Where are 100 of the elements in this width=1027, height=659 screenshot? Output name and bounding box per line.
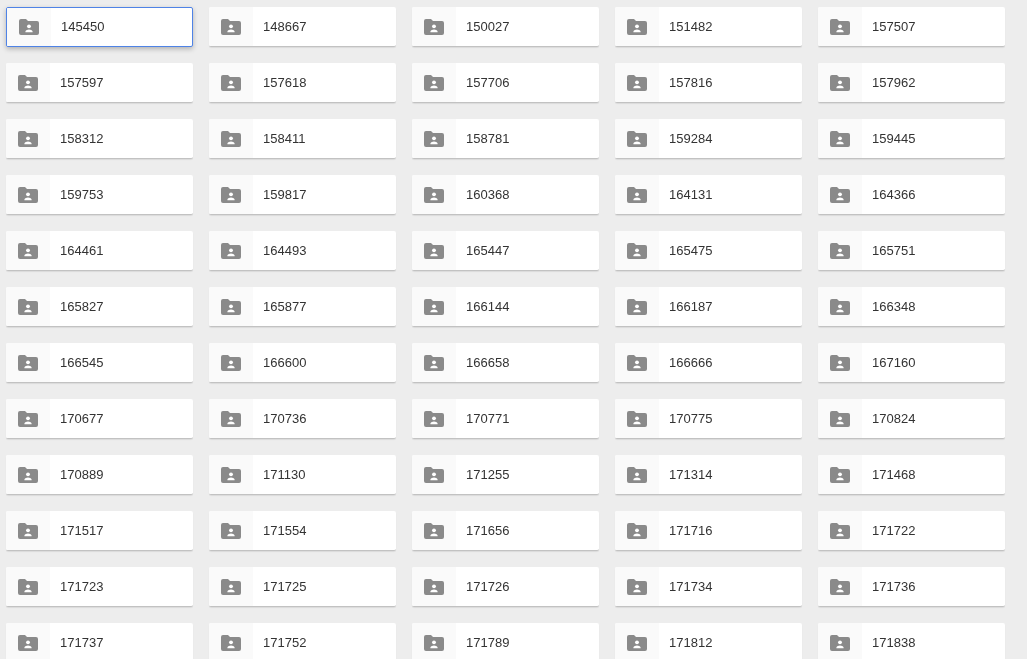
shared-folder-icon (627, 522, 647, 539)
folder-card[interactable]: 158411 (209, 119, 396, 159)
folder-card[interactable]: 171722 (818, 511, 1005, 551)
shared-folder-icon (221, 130, 241, 147)
folder-card[interactable]: 165827 (6, 287, 193, 327)
folder-card[interactable]: 159817 (209, 175, 396, 215)
shared-folder-icon (18, 242, 38, 259)
folder-card[interactable]: 171734 (615, 567, 802, 607)
folder-card[interactable]: 170736 (209, 399, 396, 439)
folder-card[interactable]: 171737 (6, 623, 193, 659)
folder-card[interactable]: 171468 (818, 455, 1005, 495)
shared-folder-icon (424, 130, 444, 147)
folder-card[interactable]: 164493 (209, 231, 396, 271)
folder-card[interactable]: 159753 (6, 175, 193, 215)
shared-folder-icon (221, 634, 241, 651)
folder-card[interactable]: 166658 (412, 343, 599, 383)
folder-card[interactable]: 165877 (209, 287, 396, 327)
folder-card[interactable]: 171314 (615, 455, 802, 495)
shared-folder-icon (627, 466, 647, 483)
folder-card[interactable]: 164461 (6, 231, 193, 271)
folder-card[interactable]: 171736 (818, 567, 1005, 607)
folder-card[interactable]: 164131 (615, 175, 802, 215)
folder-card[interactable]: 157706 (412, 63, 599, 103)
folder-card[interactable]: 166600 (209, 343, 396, 383)
shared-folder-icon (424, 74, 444, 91)
folder-card[interactable]: 166187 (615, 287, 802, 327)
folder-card[interactable]: 171726 (412, 567, 599, 607)
shared-folder-icon (627, 578, 647, 595)
shared-folder-icon (221, 74, 241, 91)
folder-card[interactable]: 165751 (818, 231, 1005, 271)
folder-card[interactable]: 170889 (6, 455, 193, 495)
shared-folder-icon (627, 298, 647, 315)
folder-card[interactable]: 158312 (6, 119, 193, 159)
folder-card[interactable]: 157816 (615, 63, 802, 103)
shared-folder-icon (627, 634, 647, 651)
shared-folder-icon (627, 130, 647, 147)
shared-folder-icon (18, 410, 38, 427)
shared-folder-icon (830, 466, 850, 483)
folder-card[interactable]: 170771 (412, 399, 599, 439)
shared-folder-icon (830, 354, 850, 371)
shared-folder-icon (424, 634, 444, 651)
folder-card[interactable]: 164366 (818, 175, 1005, 215)
shared-folder-icon (18, 130, 38, 147)
folder-card[interactable]: 145450 (6, 7, 193, 47)
folder-card[interactable]: 148667 (209, 7, 396, 47)
folder-card[interactable]: 170775 (615, 399, 802, 439)
folder-card[interactable]: 157507 (818, 7, 1005, 47)
shared-folder-icon (18, 186, 38, 203)
folder-card[interactable]: 150027 (412, 7, 599, 47)
shared-folder-icon (18, 466, 38, 483)
folder-card[interactable]: 171789 (412, 623, 599, 659)
shared-folder-icon (830, 74, 850, 91)
shared-folder-icon (424, 186, 444, 203)
shared-folder-icon (18, 354, 38, 371)
folder-card[interactable]: 166348 (818, 287, 1005, 327)
folder-card[interactable]: 159284 (615, 119, 802, 159)
folder-card[interactable]: 158781 (412, 119, 599, 159)
folder-card[interactable]: 165475 (615, 231, 802, 271)
shared-folder-icon (424, 522, 444, 539)
shared-folder-icon (424, 18, 444, 35)
folder-card[interactable]: 151482 (615, 7, 802, 47)
shared-folder-icon (627, 74, 647, 91)
shared-folder-icon (424, 410, 444, 427)
folder-card[interactable]: 171656 (412, 511, 599, 551)
folder-card[interactable]: 171812 (615, 623, 802, 659)
shared-folder-icon (18, 578, 38, 595)
folder-card[interactable]: 166545 (6, 343, 193, 383)
folder-card[interactable]: 166144 (412, 287, 599, 327)
folder-card[interactable]: 171838 (818, 623, 1005, 659)
shared-folder-icon (830, 18, 850, 35)
shared-folder-icon (18, 634, 38, 651)
shared-folder-icon (221, 298, 241, 315)
folder-card[interactable]: 171255 (412, 455, 599, 495)
folder-card[interactable]: 171752 (209, 623, 396, 659)
folder-card[interactable]: 170824 (818, 399, 1005, 439)
shared-folder-icon (221, 354, 241, 371)
folder-card[interactable]: 171517 (6, 511, 193, 551)
shared-folder-icon (627, 410, 647, 427)
shared-folder-icon (627, 242, 647, 259)
shared-folder-icon (221, 242, 241, 259)
shared-folder-icon (19, 19, 39, 35)
folder-card[interactable]: 157618 (209, 63, 396, 103)
folder-card[interactable]: 171716 (615, 511, 802, 551)
folder-card[interactable]: 170677 (6, 399, 193, 439)
shared-folder-icon (18, 522, 38, 539)
folder-card[interactable]: 160368 (412, 175, 599, 215)
shared-folder-icon (830, 410, 850, 427)
folder-card[interactable]: 159445 (818, 119, 1005, 159)
shared-folder-icon (830, 130, 850, 147)
shared-folder-icon (424, 298, 444, 315)
folder-card[interactable]: 157597 (6, 63, 193, 103)
folder-card[interactable]: 166666 (615, 343, 802, 383)
folder-card[interactable]: 157962 (818, 63, 1005, 103)
folder-card[interactable]: 171554 (209, 511, 396, 551)
folder-card[interactable]: 171130 (209, 455, 396, 495)
folder-card[interactable]: 165447 (412, 231, 599, 271)
folder-card[interactable]: 171723 (6, 567, 193, 607)
folder-card[interactable]: 171725 (209, 567, 396, 607)
shared-folder-icon (221, 410, 241, 427)
folder-card[interactable]: 167160 (818, 343, 1005, 383)
